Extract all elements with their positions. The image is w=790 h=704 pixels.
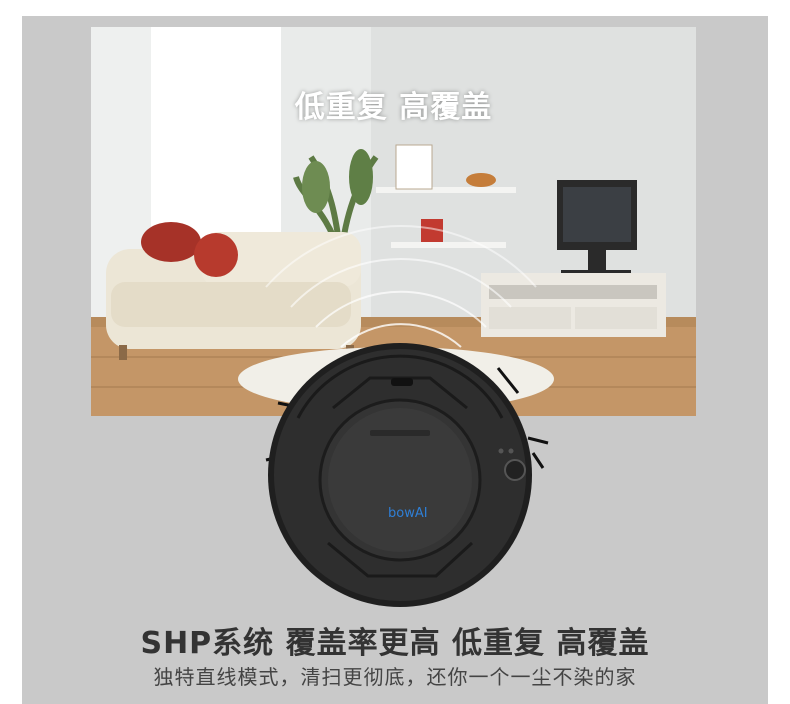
- headline: SHP系统 覆盖率更高 低重复 高覆盖: [140, 626, 650, 661]
- brand-logo: bowAI: [388, 506, 428, 521]
- subline: 独特直线模式，清扫更彻底，还你一个一尘不染的家: [153, 665, 637, 689]
- robot-vacuum-illustration: [265, 343, 549, 607]
- robot-vacuum: bowAI: [258, 338, 558, 618]
- photo-title: 低重复 高覆盖: [294, 90, 493, 125]
